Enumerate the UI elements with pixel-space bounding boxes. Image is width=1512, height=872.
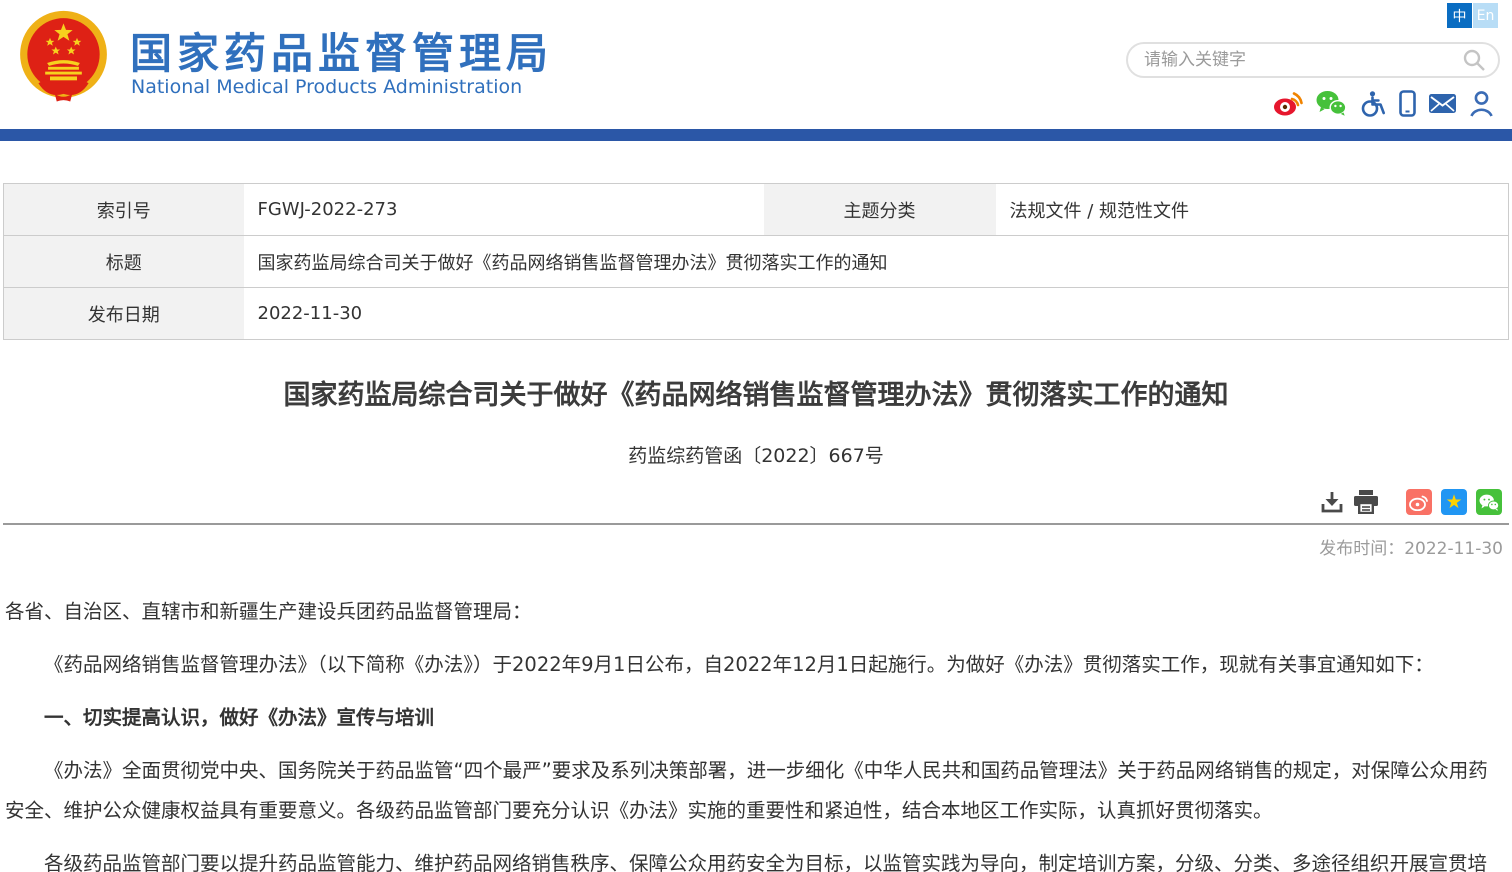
site-header: 国家药品监督管理局 National Medical Products Admi…: [0, 0, 1512, 129]
meta-value-date: 2022-11-30: [244, 288, 1509, 340]
meta-value-title: 国家药监局综合司关于做好《药品网络销售监督管理办法》贯彻落实工作的通知: [244, 236, 1509, 288]
download-icon[interactable]: [1320, 490, 1344, 514]
publish-time: 发布时间：2022-11-30: [9, 534, 1503, 559]
publish-time-value: 2022-11-30: [1404, 539, 1503, 559]
weibo-share-icon[interactable]: [1406, 489, 1432, 515]
weibo-icon[interactable]: [1273, 90, 1303, 116]
print-icon[interactable]: [1353, 490, 1379, 514]
site-search: [1126, 42, 1500, 78]
page-title: 国家药监局综合司关于做好《药品网络销售监督管理办法》贯彻落实工作的通知: [0, 373, 1512, 412]
meta-label-index: 索引号: [4, 184, 244, 236]
document-number: 药监综药管函〔2022〕667号: [0, 441, 1512, 468]
language-switch: 中 En: [1447, 3, 1498, 28]
lang-en-button[interactable]: En: [1473, 3, 1498, 28]
page: 国家药品监督管理局 National Medical Products Admi…: [0, 0, 1512, 872]
table-row: 索引号 FGWJ-2022-273 主题分类 法规文件 / 规范性文件: [4, 184, 1509, 236]
table-row: 发布日期 2022-11-30: [4, 288, 1509, 340]
meta-value-category: 法规文件 / 规范性文件: [996, 184, 1509, 236]
wechat-icon[interactable]: [1316, 90, 1346, 116]
paragraph-section-heading: 一、切实提高认识，做好《办法》宣传与培训: [5, 698, 1507, 738]
divider: [3, 523, 1509, 525]
document-meta-table: 索引号 FGWJ-2022-273 主题分类 法规文件 / 规范性文件 标题 国…: [3, 183, 1509, 340]
search-input[interactable]: [1144, 50, 1462, 70]
site-subtitle-en: National Medical Products Administration: [131, 76, 522, 98]
accessibility-icon[interactable]: [1359, 90, 1386, 116]
paragraph-body-1: 《办法》全面贯彻党中央、国务院关于药品监管“四个最严”要求及系列决策部署，进一步…: [5, 751, 1507, 831]
qzone-share-icon[interactable]: ★: [1441, 489, 1467, 515]
mobile-icon[interactable]: [1399, 90, 1416, 116]
publish-time-label: 发布时间：: [1319, 539, 1404, 559]
user-icon[interactable]: [1469, 90, 1494, 116]
header-social-icons: [1273, 90, 1494, 116]
search-icon[interactable]: [1462, 48, 1486, 72]
lang-zh-button[interactable]: 中: [1447, 3, 1472, 28]
meta-label-date: 发布日期: [4, 288, 244, 340]
wechat-share-icon[interactable]: [1476, 489, 1502, 515]
meta-value-index: FGWJ-2022-273: [244, 184, 764, 236]
meta-label-category: 主题分类: [764, 184, 996, 236]
article-toolbar: ★: [10, 489, 1502, 515]
paragraph-body-2: 各级药品监管部门要以提升药品监管能力、维护药品网络销售秩序、保障公众用药安全为目…: [5, 844, 1507, 872]
table-row: 标题 国家药监局综合司关于做好《药品网络销售监督管理办法》贯彻落实工作的通知: [4, 236, 1509, 288]
email-icon[interactable]: [1429, 90, 1456, 116]
meta-label-title: 标题: [4, 236, 244, 288]
paragraph-salutation: 各省、自治区、直辖市和新疆生产建设兵团药品监督管理局：: [5, 592, 1507, 632]
header-accent-bar: [0, 129, 1512, 141]
site-title: 国家药品监督管理局: [130, 20, 553, 81]
national-emblem-logo: [15, 8, 112, 116]
article-body: 各省、自治区、直辖市和新疆生产建设兵团药品监督管理局： 《药品网络销售监督管理办…: [5, 592, 1507, 872]
paragraph-intro: 《药品网络销售监督管理办法》（以下简称《办法》）于2022年9月1日公布，自20…: [5, 645, 1507, 685]
